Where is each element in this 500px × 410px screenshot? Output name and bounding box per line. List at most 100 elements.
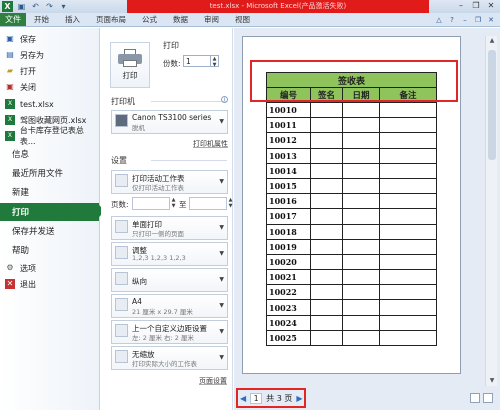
nav-info[interactable]: 信息 — [0, 146, 99, 162]
nav-open[interactable]: ▰ 打开 — [0, 63, 99, 79]
divider — [151, 160, 227, 161]
row-id: 10019 — [266, 238, 311, 255]
nav-print[interactable]: 打印 — [0, 203, 105, 221]
row-id: 10022 — [266, 284, 311, 301]
printer-dropdown[interactable]: Canon TS3100 series 脱机 ▼ — [111, 110, 228, 134]
tab-review[interactable]: 审阅 — [196, 13, 227, 26]
row-id: 10016 — [266, 193, 311, 210]
table-row: 10021 — [266, 269, 437, 286]
backstage-nav: ▣ 保存 ▤ 另存为 ▰ 打开 ▣ 关闭 X test.xlsx X 驾图收藏网… — [0, 28, 105, 410]
save-icon[interactable]: ▣ — [16, 1, 27, 12]
minimize-icon[interactable]: – — [454, 1, 468, 12]
nav-new[interactable]: 新建 — [0, 184, 99, 200]
nav-save-as-label: 另存为 — [20, 50, 44, 60]
table-row: 10017 — [266, 208, 437, 225]
nav-exit[interactable]: ✕ 退出 — [0, 276, 99, 292]
save-icon: ▣ — [6, 34, 14, 43]
print-heading: 打印 — [163, 41, 179, 50]
tab-page-layout[interactable]: 页面布局 — [88, 13, 134, 26]
paper-size-dropdown[interactable]: A4 21 厘米 x 29.7 厘米 ▼ — [111, 294, 228, 318]
copies-spinner[interactable]: ▲ ▼ — [211, 55, 219, 68]
worksheet-icon — [115, 174, 128, 187]
window-controls: – ❐ ✕ — [454, 1, 498, 12]
margins-sub: 左: 2 厘米 右: 2 厘米 — [132, 334, 194, 342]
table-row: 10020 — [266, 253, 437, 271]
restore-icon[interactable]: ❐ — [469, 1, 483, 12]
collate-sub: 1,2,3 1,2,3 1,2,3 — [132, 254, 186, 262]
recent-file-3[interactable]: X 台卡库存登记表总表... — [0, 126, 99, 146]
tab-home[interactable]: 开始 — [26, 13, 57, 26]
row-id: 10012 — [266, 132, 311, 149]
tab-view[interactable]: 视图 — [227, 13, 258, 26]
table-row: 10012 — [266, 132, 437, 149]
nav-options[interactable]: ⚙ 选项 — [0, 260, 99, 276]
collate-dropdown[interactable]: 调整 1,2,3 1,2,3 1,2,3 ▼ — [111, 242, 228, 266]
printer-properties-link[interactable]: 打印机属性 — [193, 139, 228, 149]
redo-icon[interactable]: ↷ — [44, 1, 55, 12]
nav-save-send[interactable]: 保存并发送 — [0, 223, 99, 239]
preview-view-controls — [470, 393, 493, 403]
excel-logo-icon[interactable]: X — [2, 1, 13, 12]
info-icon[interactable]: i — [221, 96, 228, 103]
nav-save-label: 保存 — [20, 34, 36, 44]
copies-input[interactable]: 1 — [183, 55, 211, 67]
nav-save[interactable]: ▣ 保存 — [0, 31, 99, 47]
pages-from-spinner[interactable]: ▲ ▼ — [170, 197, 177, 210]
tab-data[interactable]: 数据 — [165, 13, 196, 26]
sign-table: 签收表 编号 签名 日期 备注 10010 10011 10012 10013 … — [266, 72, 437, 347]
recent-file-1[interactable]: X test.xlsx — [0, 96, 99, 112]
close-file-icon: ▣ — [6, 82, 14, 91]
pages-from-input[interactable] — [132, 197, 170, 210]
tab-insert[interactable]: 插入 — [57, 13, 88, 26]
scroll-down-icon[interactable]: ▼ — [486, 376, 498, 386]
table-row: 10019 — [266, 238, 437, 255]
table-row: 10022 — [266, 284, 437, 301]
nav-close[interactable]: ▣ 关闭 — [0, 79, 99, 95]
chevron-down-icon: ▼ — [219, 328, 224, 335]
row-id: 10021 — [266, 269, 311, 286]
nav-save-as[interactable]: ▤ 另存为 — [0, 47, 99, 63]
table-row: 10011 — [266, 117, 437, 134]
printer-section-title: 打印机 — [111, 97, 135, 106]
no-scaling-icon — [115, 350, 128, 363]
xlsx-file-icon: X — [5, 115, 15, 125]
scroll-thumb[interactable] — [488, 50, 496, 160]
scroll-up-icon[interactable]: ▲ — [486, 36, 498, 46]
folder-open-icon: ▰ — [6, 66, 14, 75]
nav-help[interactable]: 帮助 — [0, 242, 99, 258]
preview-scrollbar[interactable]: ▲ ▼ — [485, 36, 497, 386]
scaling-dropdown[interactable]: 无缩放 打印实际大小的工作表 ▼ — [111, 346, 228, 370]
orientation-dropdown[interactable]: 纵向 ▼ — [111, 268, 228, 292]
workbook-close-icon[interactable]: ✕ — [486, 15, 496, 25]
orientation-main: 纵向 — [132, 277, 147, 286]
help-icon[interactable]: ? — [447, 15, 457, 25]
minimize-ribbon-icon[interactable]: △ — [434, 15, 444, 25]
tab-formulas[interactable]: 公式 — [134, 13, 165, 26]
table-row: 10014 — [266, 162, 437, 179]
table-row: 10016 — [266, 193, 437, 210]
nav-recent[interactable]: 最近所用文件 — [0, 165, 99, 181]
row-id: 10015 — [266, 177, 311, 195]
page-setup-link[interactable]: 页面设置 — [199, 376, 227, 386]
recent-file-label: test.xlsx — [20, 99, 54, 109]
pages-to-spinner[interactable]: ▲ ▼ — [227, 197, 234, 210]
close-icon[interactable]: ✕ — [484, 1, 498, 12]
show-margins-icon[interactable] — [470, 393, 480, 403]
paper-sub: 21 厘米 x 29.7 厘米 — [132, 308, 193, 316]
pages-to-input[interactable] — [189, 197, 227, 210]
tab-file[interactable]: 文件 — [0, 13, 26, 26]
customize-dropdown-icon[interactable]: ▾ — [58, 1, 69, 12]
divider — [151, 101, 227, 102]
print-scope-dropdown[interactable]: 打印活动工作表 仅打印活动工作表 ▼ — [111, 170, 228, 194]
workbook-minimize-icon[interactable]: – — [460, 15, 470, 25]
workbook-restore-icon[interactable]: ❐ — [473, 15, 483, 25]
copies-label: 份数: — [163, 59, 181, 68]
print-button[interactable]: 打印 — [110, 42, 150, 88]
sides-dropdown[interactable]: 单面打印 只打印一侧的页面 ▼ — [111, 216, 228, 240]
zoom-to-page-icon[interactable] — [483, 393, 493, 403]
margins-icon — [115, 324, 128, 337]
paper-main: A4 — [132, 297, 142, 306]
margins-dropdown[interactable]: 上一个自定义边距设置 左: 2 厘米 右: 2 厘米 ▼ — [111, 320, 228, 344]
printer-name: Canon TS3100 series — [132, 113, 212, 122]
undo-icon[interactable]: ↶ — [30, 1, 41, 12]
